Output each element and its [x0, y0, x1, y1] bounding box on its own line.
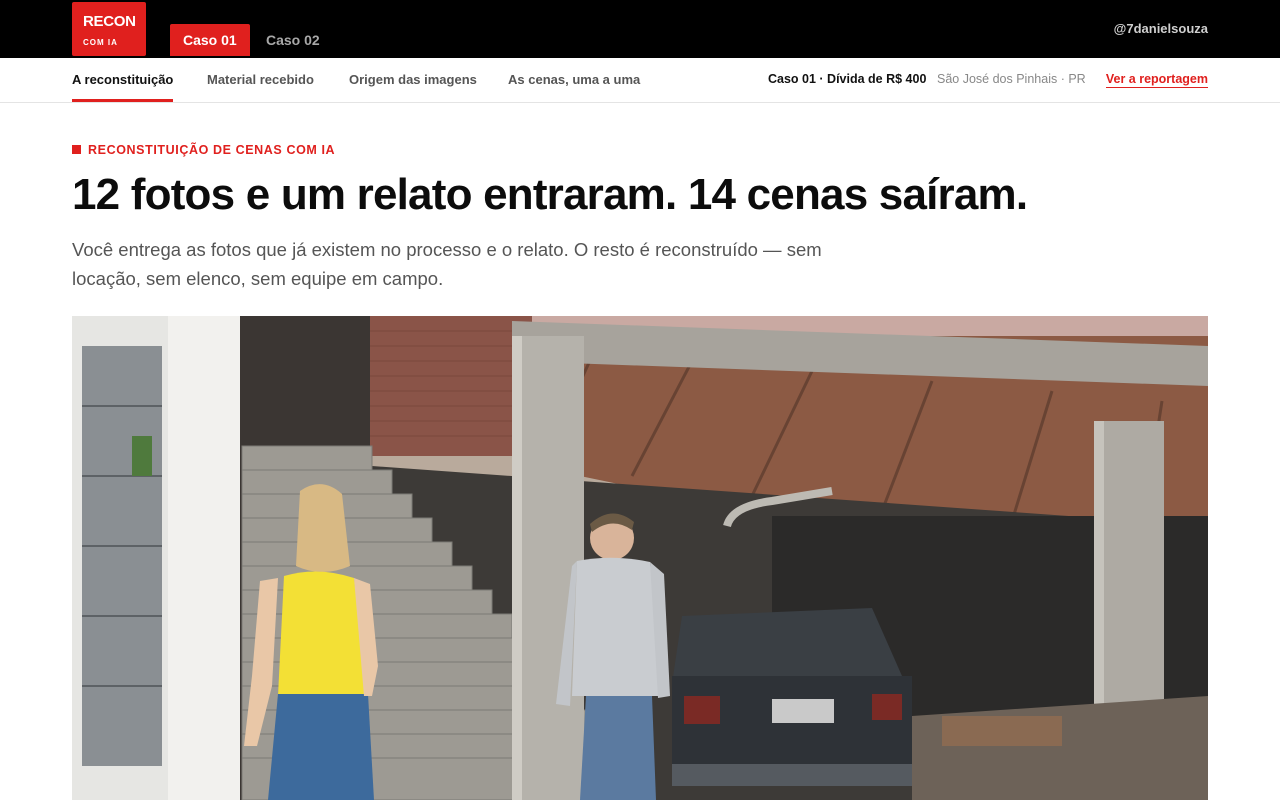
eyebrow-square-icon [72, 145, 81, 154]
brand-name: RECON [83, 13, 136, 30]
scene-photo [72, 316, 1208, 800]
page-title: 12 fotos e um relato entraram. 14 cenas … [72, 170, 1028, 219]
tab-caso-01[interactable]: Caso 01 [170, 24, 250, 56]
case-location: São José dos Pinhais · PR [937, 72, 1086, 86]
section-nav: A reconstituição Material recebido Orige… [0, 58, 1280, 103]
section-eyebrow: RECONSTITUIÇÃO DE CENAS COM IA [72, 143, 335, 157]
nav-item-material-recebido[interactable]: Material recebido [207, 72, 314, 87]
nav-item-cenas[interactable]: As cenas, uma a uma [508, 72, 640, 87]
case-info: Caso 01 · Dívida de R$ 400 [768, 72, 927, 86]
user-handle[interactable]: @7danielsouza [1114, 21, 1208, 36]
tab-caso-02[interactable]: Caso 02 [253, 24, 333, 56]
page-lede: Você entrega as fotos que já existem no … [72, 239, 822, 289]
eyebrow-text: RECONSTITUIÇÃO DE CENAS COM IA [88, 143, 336, 157]
brand-logo[interactable]: RECON COM IA [72, 2, 146, 56]
nav-item-origem-imagens[interactable]: Origem das imagens [349, 72, 477, 87]
top-bar: RECON COM IA Caso 01 Caso 02 @7danielsou… [0, 0, 1280, 58]
report-link[interactable]: Ver a reportagem [1105, 72, 1208, 88]
nav-item-reconstituicao[interactable]: A reconstituição [72, 72, 174, 102]
brand-subtitle: COM IA [83, 38, 118, 47]
